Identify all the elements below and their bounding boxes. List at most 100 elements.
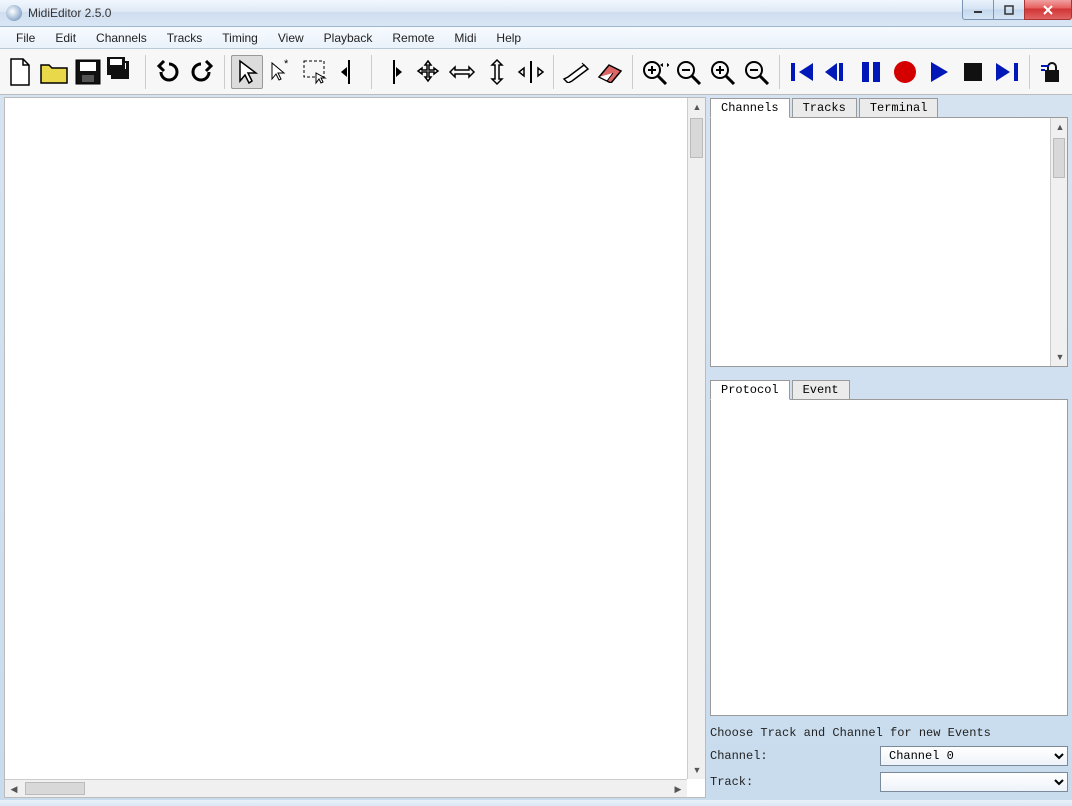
upper-tabstrip: Channels Tracks Terminal (710, 97, 1068, 117)
move-horizontal-tool[interactable] (446, 55, 478, 89)
scroll-down-icon[interactable]: ▼ (689, 762, 705, 778)
new-file-icon (7, 57, 33, 87)
tab-event[interactable]: Event (792, 380, 850, 400)
menu-playback[interactable]: Playback (314, 29, 383, 47)
move-v-icon (488, 58, 506, 86)
scroll-right-icon[interactable]: ▶ (670, 781, 686, 797)
menu-help[interactable]: Help (486, 29, 531, 47)
editor-horizontal-scrollbar[interactable]: ◀ ▶ (5, 779, 687, 797)
menu-timing[interactable]: Timing (212, 29, 268, 47)
scroll-down-icon[interactable]: ▼ (1052, 349, 1068, 365)
editor-canvas[interactable]: ▲ ▼ ◀ ▶ (4, 97, 706, 798)
menu-midi[interactable]: Midi (444, 29, 486, 47)
redo-button[interactable] (186, 55, 218, 89)
window-title: MidiEditor 2.5.0 (28, 6, 111, 20)
select-right-icon (384, 58, 404, 86)
lower-tab-group: Protocol Event (710, 379, 1068, 716)
app-icon (6, 5, 22, 21)
close-button[interactable] (1024, 0, 1072, 20)
pencil-tool[interactable] (560, 55, 592, 89)
skip-start-button[interactable] (786, 55, 818, 89)
maximize-button[interactable] (993, 0, 1025, 20)
minimize-button[interactable] (962, 0, 994, 20)
menu-view[interactable]: View (268, 29, 314, 47)
menu-tracks[interactable]: Tracks (157, 29, 213, 47)
tab-terminal[interactable]: Terminal (859, 98, 939, 118)
skip-end-button[interactable] (991, 55, 1023, 89)
zoom-out-h-icon (675, 59, 703, 85)
select-left-tool[interactable] (333, 55, 365, 89)
move-size-icon (517, 59, 545, 85)
open-button[interactable] (38, 55, 70, 89)
channels-panel: ▲ ▼ (710, 117, 1068, 367)
zoom-out-h-button[interactable] (673, 55, 705, 89)
tab-protocol[interactable]: Protocol (710, 380, 790, 400)
save-button[interactable] (72, 55, 104, 89)
scroll-up-icon[interactable]: ▲ (1052, 119, 1068, 135)
new-button[interactable] (4, 55, 36, 89)
menu-edit[interactable]: Edit (45, 29, 86, 47)
select-box-icon (302, 59, 328, 85)
zoom-in-v-icon (709, 59, 737, 85)
toolbar: * (0, 49, 1072, 95)
eraser-icon (595, 61, 625, 83)
track-select[interactable] (880, 772, 1068, 792)
track-label: Track: (710, 775, 880, 789)
redo-icon (189, 60, 215, 84)
menu-file[interactable]: File (6, 29, 45, 47)
save-icon (74, 58, 102, 86)
select-tool[interactable] (231, 55, 263, 89)
skip-end-icon (994, 59, 1020, 85)
tab-tracks[interactable]: Tracks (792, 98, 857, 118)
zoom-in-h-icon (641, 59, 669, 85)
undo-button[interactable] (151, 55, 183, 89)
open-folder-icon (39, 59, 69, 85)
menubar: File Edit Channels Tracks Timing View Pl… (0, 27, 1072, 49)
close-icon (1042, 4, 1054, 16)
lock-icon (1039, 60, 1065, 84)
zoom-in-v-button[interactable] (707, 55, 739, 89)
pause-button[interactable] (855, 55, 887, 89)
step-back-button[interactable] (820, 55, 852, 89)
select-right-tool[interactable] (378, 55, 410, 89)
skip-start-icon (789, 59, 815, 85)
play-button[interactable] (923, 55, 955, 89)
move-vertical-tool[interactable] (480, 55, 512, 89)
scroll-thumb[interactable] (25, 782, 85, 795)
undo-icon (155, 60, 181, 84)
scroll-up-icon[interactable]: ▲ (689, 99, 705, 115)
zoom-out-v-icon (743, 59, 771, 85)
scroll-thumb[interactable] (690, 118, 703, 158)
move-all-tool[interactable] (412, 55, 444, 89)
panel-vertical-scrollbar[interactable]: ▲ ▼ (1050, 118, 1067, 366)
form-caption: Choose Track and Channel for new Events (710, 726, 1068, 740)
window-controls (963, 0, 1072, 20)
lower-tabstrip: Protocol Event (710, 379, 1068, 399)
scroll-thumb[interactable] (1053, 138, 1065, 178)
select-left-icon (339, 58, 359, 86)
zoom-in-h-button[interactable] (639, 55, 671, 89)
svg-text:*: * (284, 59, 289, 70)
eraser-tool[interactable] (594, 55, 626, 89)
move-size-tool[interactable] (515, 55, 547, 89)
select-box-tool[interactable] (299, 55, 331, 89)
record-button[interactable] (889, 55, 921, 89)
zoom-out-v-button[interactable] (741, 55, 773, 89)
save-all-button[interactable] (106, 55, 138, 89)
lock-button[interactable] (1036, 55, 1068, 89)
tab-channels[interactable]: Channels (710, 98, 790, 118)
select-add-tool[interactable]: * (265, 55, 297, 89)
channel-select[interactable]: Channel 0 (880, 746, 1068, 766)
menu-remote[interactable]: Remote (382, 29, 444, 47)
separator (1029, 55, 1030, 89)
editor-vertical-scrollbar[interactable]: ▲ ▼ (687, 98, 705, 779)
upper-tab-group: Channels Tracks Terminal ▲ ▼ (710, 97, 1068, 367)
separator (371, 55, 372, 89)
menu-channels[interactable]: Channels (86, 29, 157, 47)
step-back-icon (823, 59, 849, 85)
scroll-left-icon[interactable]: ◀ (6, 781, 22, 797)
record-icon (892, 59, 918, 85)
stop-button[interactable] (957, 55, 989, 89)
play-icon (928, 59, 950, 85)
minimize-icon (973, 5, 983, 15)
